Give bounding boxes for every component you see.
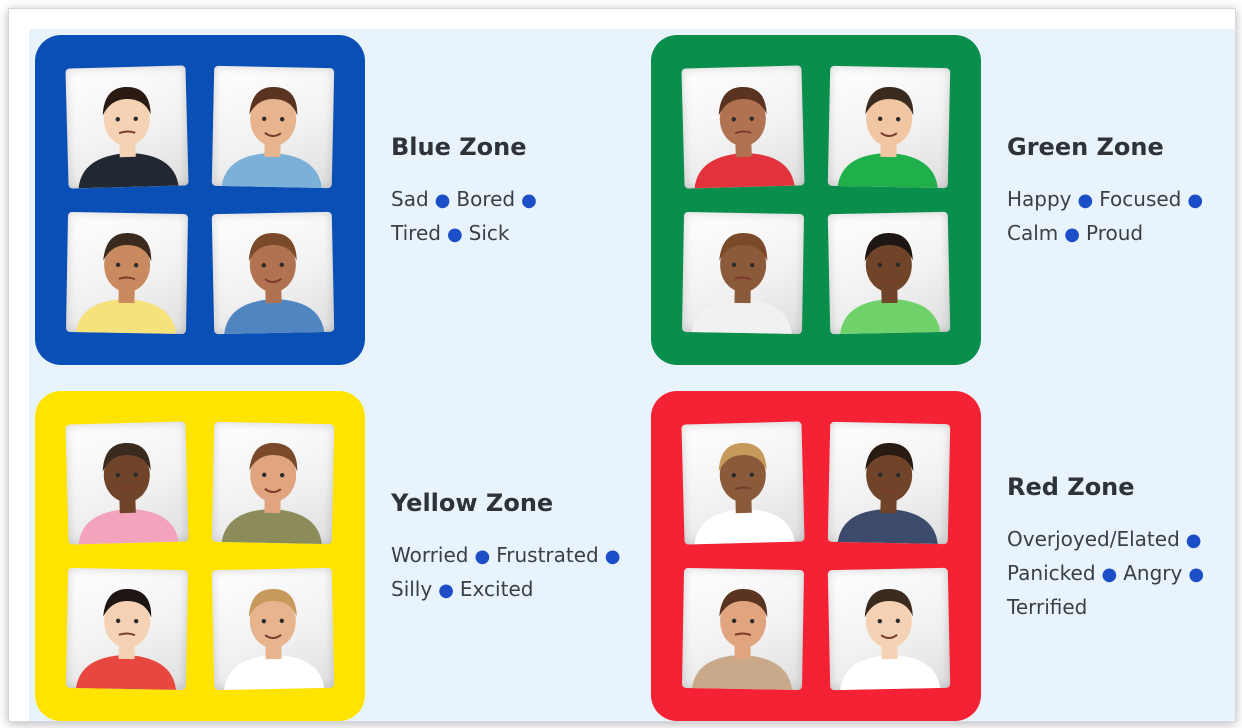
- feeling-word: Happy: [1007, 187, 1072, 211]
- green-zone-description: Green Zone Happy ● Focused ● Calm ● Proud: [1007, 133, 1209, 251]
- feeling-word: Silly: [391, 577, 433, 601]
- red-zone-photo-3: [681, 567, 805, 691]
- child-photo-icon: [694, 87, 795, 189]
- green-zone-title: Green Zone: [1007, 133, 1164, 161]
- feeling-word: Excited: [459, 577, 534, 601]
- bullet-dot: ●: [1077, 190, 1094, 211]
- red-zone-card: [651, 391, 981, 721]
- child-photo-icon: [75, 233, 176, 334]
- bullet-dot: ●: [1185, 530, 1202, 551]
- feeling-word: Overjoyed/Elated: [1007, 527, 1180, 551]
- yellow-zone-photo-4: [211, 567, 335, 691]
- yellow-zone-photo-3: [65, 567, 189, 691]
- red-zone-photo-4: [827, 567, 951, 691]
- yellow-zone-photo-2: [211, 421, 335, 545]
- child-photo-icon: [224, 233, 325, 335]
- red-zone-feelings: Overjoyed/Elated ● Panicked ● Angry ● Terrifie…: [1007, 523, 1210, 624]
- green-zone-photo-2: [827, 65, 951, 189]
- feeling-word: Tired: [391, 221, 441, 245]
- bullet-dot: ●: [474, 546, 491, 567]
- yellow-zone-card: [35, 391, 365, 721]
- green-zone-photo-3: [681, 211, 805, 335]
- feelings-line: Terrified: [1007, 591, 1210, 624]
- child-photo-icon: [75, 589, 176, 690]
- child-photo-icon: [691, 589, 792, 690]
- bullet-dot: ●: [521, 190, 537, 211]
- child-photo-icon: [221, 443, 322, 545]
- child-photo-icon: [837, 443, 938, 545]
- bullet-dot: ●: [1187, 190, 1204, 211]
- feeling-word: Bored: [456, 187, 516, 211]
- feelings-line: Panicked ● Angry ●: [1007, 557, 1210, 591]
- screenshot-frame: Blue Zone Sad ● Bored ● Tired ● Sick Green Zone H…: [8, 8, 1236, 722]
- child-photo-icon: [78, 443, 179, 545]
- bullet-dot: ●: [1101, 564, 1118, 585]
- feeling-word: Proud: [1085, 221, 1144, 245]
- green-zone-card: [651, 35, 981, 365]
- child-photo-icon: [840, 233, 941, 335]
- red-zone-photo-2: [827, 421, 951, 545]
- blue-zone-description: Blue Zone Sad ● Bored ● Tired ● Sick: [391, 133, 543, 251]
- child-photo-icon: [691, 233, 792, 334]
- yellow-zone-description: Yellow Zone Worried ● Frustrated ● Silly ● Exci…: [391, 489, 626, 607]
- feelings-line: Overjoyed/Elated ●: [1007, 523, 1210, 557]
- green-zone-photo-4: [827, 211, 951, 335]
- child-photo-icon: [837, 87, 938, 189]
- feelings-line: Tired ● Sick: [391, 217, 543, 251]
- blue-zone-feelings: Sad ● Bored ● Tired ● Sick: [391, 183, 543, 251]
- feeling-word: Terrified: [1007, 595, 1088, 619]
- yellow-zone-photo-1: [65, 421, 189, 545]
- blue-zone-photo-4: [211, 211, 335, 335]
- bullet-dot: ●: [604, 546, 621, 567]
- blue-zone-photo-3: [65, 211, 189, 335]
- green-zone-feelings: Happy ● Focused ● Calm ● Proud: [1007, 183, 1209, 251]
- child-photo-icon: [840, 589, 941, 691]
- feelings-line: Silly ● Excited: [391, 573, 626, 607]
- feeling-word: Calm: [1007, 221, 1059, 245]
- red-zone-photo-1: [681, 421, 805, 545]
- child-photo-icon: [224, 589, 325, 691]
- feeling-word: Worried: [391, 543, 469, 567]
- feelings-line: Happy ● Focused ●: [1007, 183, 1209, 217]
- bullet-dot: ●: [446, 224, 463, 245]
- red-zone-description: Red Zone Overjoyed/Elated ● Panicked ● Angry ●…: [1007, 473, 1210, 624]
- bullet-dot: ●: [434, 190, 451, 211]
- blue-zone-title: Blue Zone: [391, 133, 527, 161]
- feeling-word: Sick: [468, 221, 510, 245]
- blue-zone-photo-2: [211, 65, 335, 189]
- feeling-word: Sad: [391, 187, 429, 211]
- green-zone-photo-1: [681, 65, 805, 189]
- red-zone-title: Red Zone: [1007, 473, 1135, 501]
- bullet-dot: ●: [1064, 224, 1080, 245]
- feeling-word: Panicked: [1007, 561, 1096, 585]
- child-photo-icon: [78, 87, 179, 189]
- feelings-line: Sad ● Bored ●: [391, 183, 543, 217]
- child-photo-icon: [694, 443, 795, 545]
- yellow-zone-title: Yellow Zone: [391, 489, 554, 517]
- yellow-zone-feelings: Worried ● Frustrated ● Silly ● Excited: [391, 539, 626, 607]
- bullet-dot: ●: [1188, 564, 1205, 585]
- feelings-line: Calm ● Proud: [1007, 217, 1209, 251]
- feelings-line: Worried ● Frustrated ●: [391, 539, 626, 573]
- blue-zone-card: [35, 35, 365, 365]
- bullet-dot: ●: [438, 580, 454, 601]
- zones-panel: Blue Zone Sad ● Bored ● Tired ● Sick Green Zone H…: [29, 29, 1235, 721]
- feeling-word: Frustrated: [496, 543, 599, 567]
- feeling-word: Focused: [1099, 187, 1182, 211]
- feeling-word: Angry: [1123, 561, 1183, 585]
- blue-zone-photo-1: [65, 65, 189, 189]
- child-photo-icon: [221, 87, 322, 189]
